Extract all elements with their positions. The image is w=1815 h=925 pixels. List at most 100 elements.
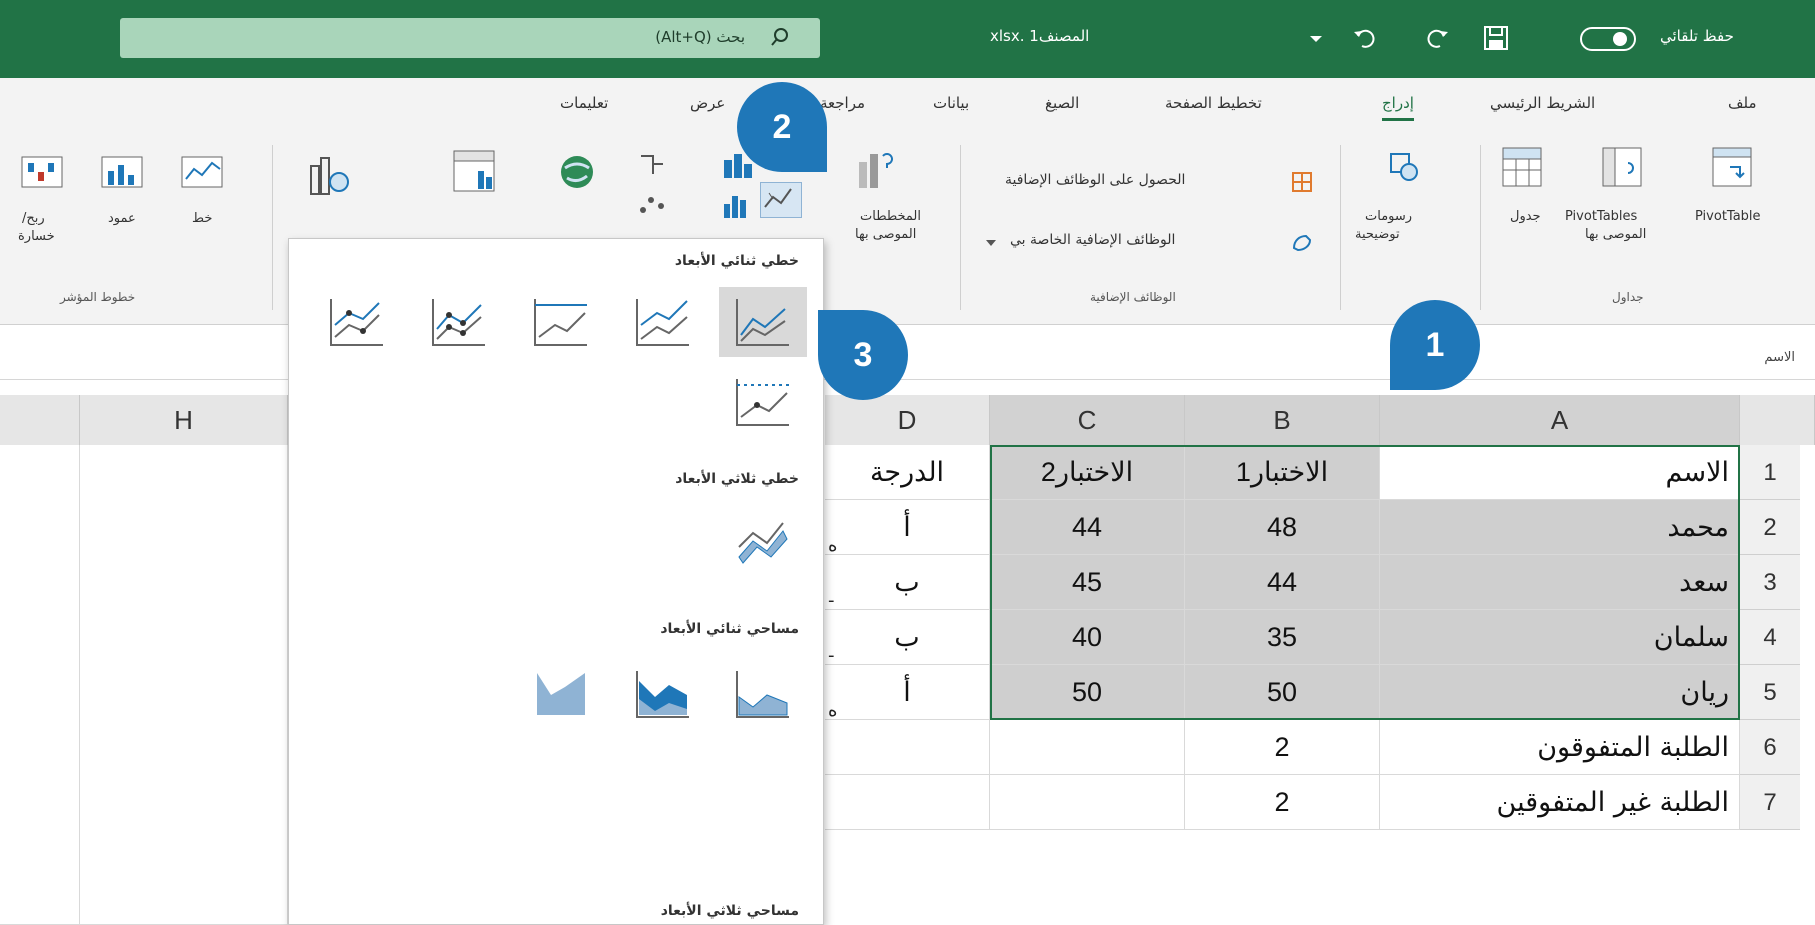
customize-qat-icon[interactable] [1300,22,1332,54]
stacked-area-chart-option[interactable] [619,659,707,729]
100-stacked-area-chart-option[interactable] [517,659,605,729]
waterfall-chart-icon[interactable] [720,190,754,220]
column-h-cells[interactable] [80,445,288,925]
column-header-a[interactable]: A [1380,395,1740,445]
cell-a4[interactable]: سلمان [1380,610,1740,665]
sparkline-column-label[interactable]: عمود [108,210,136,228]
cell-a6[interactable]: الطلبة المتفوقون [1380,720,1740,775]
cell-c6[interactable] [990,720,1185,775]
cell-a3[interactable]: سعد [1380,555,1740,610]
line-chart-option[interactable] [719,287,807,357]
cell-b1[interactable]: الاختبار1 [1185,445,1380,500]
pivottable-icon[interactable] [1710,145,1754,189]
sparkline-winloss-label[interactable]: ربح/ [22,210,45,228]
cell-b7[interactable]: 2 [1185,775,1380,830]
file-name[interactable]: المصنف1 .xlsx [990,27,1089,45]
column-header-d[interactable]: D [825,395,990,445]
tab-file[interactable]: ملف [1728,94,1757,112]
illustrations-label[interactable]: رسومات [1365,208,1412,226]
column-header[interactable] [0,395,80,445]
recommended-charts-label[interactable]: المخططات [860,208,921,226]
cell-a2[interactable]: محمد [1380,500,1740,555]
row-header[interactable]: 2 [1740,500,1800,555]
get-addins-link[interactable]: الحصول على الوظائف الإضافية [1005,172,1185,188]
cell-c2[interactable]: 44 [990,500,1185,555]
column-header-h[interactable]: H [80,395,288,445]
tab-home[interactable]: الشريط الرئيسي [1490,94,1595,112]
cell-b3[interactable]: 44 [1185,555,1380,610]
sparkline-column-icon[interactable] [100,155,144,191]
cell-c3[interactable]: 45 [990,555,1185,610]
100-stacked-line-with-markers-chart-option[interactable] [719,367,807,437]
illustrations-icon[interactable] [1385,148,1423,186]
cell-d7[interactable] [825,775,990,830]
tab-help[interactable]: تعليمات [560,94,608,112]
autosave-toggle[interactable] [1580,27,1636,51]
tab-page-layout[interactable]: تخطيط الصفحة [1165,94,1262,112]
cell-d5[interactable]: أ [825,665,990,720]
cell-a1[interactable]: الاسم [1380,445,1740,500]
pivottable-label[interactable]: PivotTable [1695,208,1761,226]
maps-icon[interactable] [555,150,599,194]
select-all-corner[interactable] [1740,395,1815,445]
row-header[interactable]: 6 [1740,720,1800,775]
cell-d6[interactable] [825,720,990,775]
line-with-markers-chart-option[interactable] [415,287,503,357]
recommended-pivottables-icon[interactable] [1600,145,1644,189]
tab-view[interactable]: عرض [690,94,725,112]
stacked-line-chart-option[interactable] [619,287,707,357]
cell-a7[interactable]: الطلبة غير المتفوقين [1380,775,1740,830]
row-header[interactable]: 1 [1740,445,1800,500]
tab-data[interactable]: بيانات [933,94,969,112]
recommended-charts-icon[interactable] [855,148,895,192]
cell-b2[interactable]: 48 [1185,500,1380,555]
table-label[interactable]: جدول [1510,208,1541,226]
name-box[interactable]: الاسم [1764,350,1795,365]
stacked-line-with-markers-chart-option[interactable] [313,287,401,357]
tab-review[interactable]: مراجعة [820,94,865,112]
cell-c7[interactable] [990,775,1185,830]
cell-d2[interactable]: أ [825,500,990,555]
store-icon[interactable] [1290,170,1314,194]
column-i-cells[interactable] [0,445,80,925]
cell-c5[interactable]: 50 [990,665,1185,720]
area-chart-option[interactable] [719,659,807,729]
hierarchy-chart-icon[interactable] [635,150,669,180]
100-stacked-area-chart-icon [537,673,585,715]
line-chart-button[interactable] [760,182,802,218]
column-header-c[interactable]: C [990,395,1185,445]
row-header[interactable]: 5 [1740,665,1800,720]
cell-d1[interactable]: الدرجة [825,445,990,500]
save-icon[interactable] [1480,22,1512,54]
cell-a5[interactable]: ريان [1380,665,1740,720]
pivotchart-icon[interactable] [450,145,502,197]
row-header[interactable]: 3 [1740,555,1800,610]
100-stacked-line-chart-option[interactable] [517,287,605,357]
chevron-down-icon[interactable] [985,238,997,248]
cell-b4[interactable]: 35 [1185,610,1380,665]
cell-d3[interactable]: ب [825,555,990,610]
scatter-chart-icon[interactable] [635,190,669,220]
3d-line-chart-option[interactable] [719,509,807,579]
cell-b6[interactable]: 2 [1185,720,1380,775]
sparkline-line-label[interactable]: خط [192,210,212,228]
row-header[interactable]: 7 [1740,775,1800,830]
my-addins-link[interactable]: الوظائف الإضافية الخاصة بي [1010,232,1175,248]
my-addins-icon[interactable] [1290,230,1314,254]
cell-d4[interactable]: ب [825,610,990,665]
cell-c1[interactable]: الاختبار2 [990,445,1185,500]
sparkline-line-icon[interactable] [180,155,224,191]
cell-b5[interactable]: 50 [1185,665,1380,720]
search-box[interactable]: بحث (Alt+Q) [120,18,820,58]
tab-formulas[interactable]: الصيغ [1045,94,1079,112]
3d-map-icon[interactable] [305,150,353,200]
cell-c4[interactable]: 40 [990,610,1185,665]
table-icon[interactable] [1500,145,1544,189]
redo-icon[interactable] [1420,22,1452,54]
row-header[interactable]: 4 [1740,610,1800,665]
undo-icon[interactable] [1350,22,1382,54]
recommended-pivottables-label[interactable]: PivotTables [1565,208,1637,226]
sparkline-winloss-icon[interactable] [20,155,64,191]
column-header-b[interactable]: B [1185,395,1380,445]
tab-insert[interactable]: إدراج [1382,94,1414,121]
